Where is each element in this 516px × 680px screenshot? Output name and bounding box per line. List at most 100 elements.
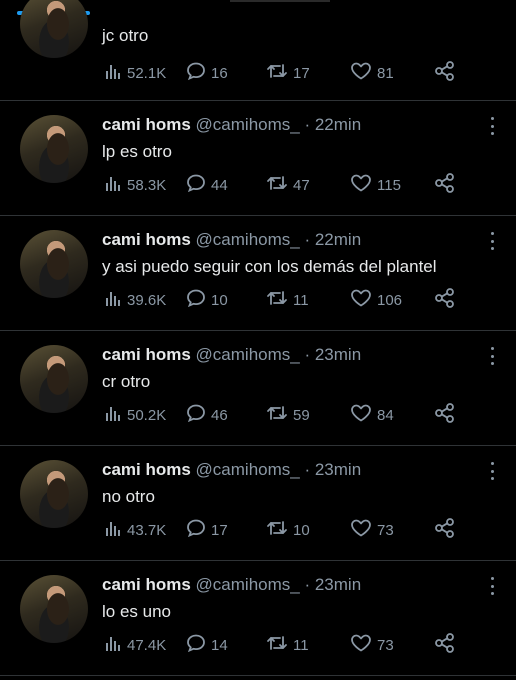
views-button[interactable]: 52.1K	[104, 63, 166, 83]
like-button[interactable]: 115	[350, 173, 401, 197]
tweet-item[interactable]: cami homs @camihoms_ · 23min lo es uno 4…	[0, 561, 516, 676]
like-icon	[350, 288, 372, 312]
tweet-feed[interactable]: jc otro 52.1K 16 17 81 cami homs @camiho…	[0, 0, 516, 676]
retweet-icon	[266, 518, 288, 542]
views-count: 39.6K	[127, 291, 167, 309]
avatar[interactable]	[20, 0, 88, 58]
more-icon[interactable]	[490, 462, 494, 480]
more-icon[interactable]	[490, 232, 494, 250]
like-button[interactable]: 73	[350, 519, 394, 540]
views-icon	[104, 62, 122, 84]
author-name[interactable]: cami homs	[102, 345, 191, 364]
views-count: 50.2K	[127, 406, 167, 424]
more-icon[interactable]	[490, 577, 494, 595]
views-button[interactable]: 58.3K	[104, 175, 166, 195]
retweet-icon	[266, 403, 288, 427]
like-count: 106	[377, 291, 403, 309]
like-icon	[350, 633, 372, 657]
tweet-actions: 58.3K 44 47 115	[104, 172, 464, 198]
share-icon	[434, 632, 456, 658]
author-handle[interactable]: @camihoms_	[196, 460, 300, 479]
reply-icon	[186, 518, 206, 542]
views-count: 52.1K	[127, 64, 167, 82]
author-name[interactable]: cami homs	[102, 115, 191, 134]
retweet-icon	[266, 173, 288, 197]
tweet-time[interactable]: · 22min	[300, 115, 361, 134]
share-button[interactable]	[434, 172, 456, 198]
like-button[interactable]: 73	[350, 633, 394, 657]
reply-button[interactable]: 14	[186, 634, 228, 655]
avatar[interactable]	[20, 575, 88, 643]
like-icon	[350, 403, 372, 427]
views-button[interactable]: 43.7K	[104, 520, 166, 540]
reply-button[interactable]: 44	[186, 174, 228, 195]
views-button[interactable]: 47.4K	[104, 635, 166, 655]
tweet-item[interactable]: cami homs @camihoms_ · 23min no otro 43.…	[0, 446, 516, 561]
avatar[interactable]	[20, 230, 88, 298]
author-handle[interactable]: @camihoms_	[196, 575, 300, 594]
views-button[interactable]: 50.2K	[104, 405, 166, 425]
retweet-button[interactable]: 47	[266, 175, 310, 195]
share-icon	[434, 402, 456, 428]
share-icon	[434, 172, 456, 198]
reply-count: 44	[211, 176, 228, 194]
tweet-time[interactable]: · 23min	[300, 345, 361, 364]
reply-button[interactable]: 16	[186, 62, 228, 83]
avatar[interactable]	[20, 460, 88, 528]
share-button[interactable]	[434, 632, 456, 658]
tweet-time[interactable]: · 23min	[300, 575, 361, 594]
author-name[interactable]: cami homs	[102, 230, 191, 249]
author-handle[interactable]: @camihoms_	[196, 230, 300, 249]
views-count: 43.7K	[127, 521, 167, 539]
like-button[interactable]: 106	[350, 288, 403, 312]
more-icon[interactable]	[490, 117, 494, 135]
retweet-count: 47	[293, 176, 310, 194]
retweet-button[interactable]: 17	[266, 63, 310, 83]
tweet-item[interactable]: cami homs @camihoms_ · 22min lp es otro …	[0, 101, 516, 216]
like-icon	[350, 173, 372, 197]
like-count: 115	[377, 176, 401, 194]
retweet-icon	[266, 288, 288, 312]
reply-button[interactable]: 17	[186, 518, 228, 542]
share-button[interactable]	[434, 60, 456, 86]
author-name[interactable]: cami homs	[102, 460, 191, 479]
views-count: 58.3K	[127, 176, 167, 194]
share-button[interactable]	[434, 287, 456, 313]
tweet-item[interactable]: cami homs @camihoms_ · 22min y asi puedo…	[0, 216, 516, 331]
share-icon	[434, 287, 456, 313]
views-button[interactable]: 39.6K	[104, 290, 166, 310]
reply-count: 46	[211, 406, 228, 424]
like-button[interactable]: 81	[350, 61, 394, 85]
retweet-button[interactable]: 10	[266, 520, 310, 540]
retweet-button[interactable]: 59	[266, 405, 310, 425]
retweet-button[interactable]: 11	[266, 635, 309, 655]
share-icon	[434, 60, 456, 86]
retweet-button[interactable]: 11	[266, 290, 309, 310]
reply-count: 14	[211, 636, 228, 654]
share-button[interactable]	[434, 402, 456, 428]
tweet-actions: 52.1K 16 17 81	[104, 60, 464, 86]
retweet-icon	[266, 61, 288, 85]
tweet-actions: 39.6K 10 11 106	[104, 287, 464, 313]
reply-button[interactable]: 10	[186, 289, 228, 310]
share-button[interactable]	[434, 517, 456, 543]
author-handle[interactable]: @camihoms_	[196, 115, 300, 134]
author-name[interactable]: cami homs	[102, 575, 191, 594]
tweet-text: lo es uno	[102, 602, 171, 621]
share-icon	[434, 517, 456, 543]
tweet-time[interactable]: · 23min	[300, 460, 361, 479]
like-icon	[350, 61, 372, 85]
tweet-item[interactable]: cami homs @camihoms_ · 23min cr otro 50.…	[0, 331, 516, 446]
avatar[interactable]	[20, 115, 88, 183]
avatar[interactable]	[20, 345, 88, 413]
tweet-text: y asi puedo seguir con los demás del pla…	[102, 257, 437, 276]
tweet-text: no otro	[102, 487, 155, 506]
like-button[interactable]: 84	[350, 403, 394, 427]
retweet-count: 17	[293, 64, 310, 82]
author-handle[interactable]: @camihoms_	[196, 345, 300, 364]
tweet-item[interactable]: jc otro 52.1K 16 17 81	[0, 0, 516, 101]
retweet-count: 59	[293, 406, 310, 424]
reply-button[interactable]: 46	[186, 404, 228, 425]
tweet-time[interactable]: · 22min	[300, 230, 361, 249]
more-icon[interactable]	[490, 347, 494, 365]
